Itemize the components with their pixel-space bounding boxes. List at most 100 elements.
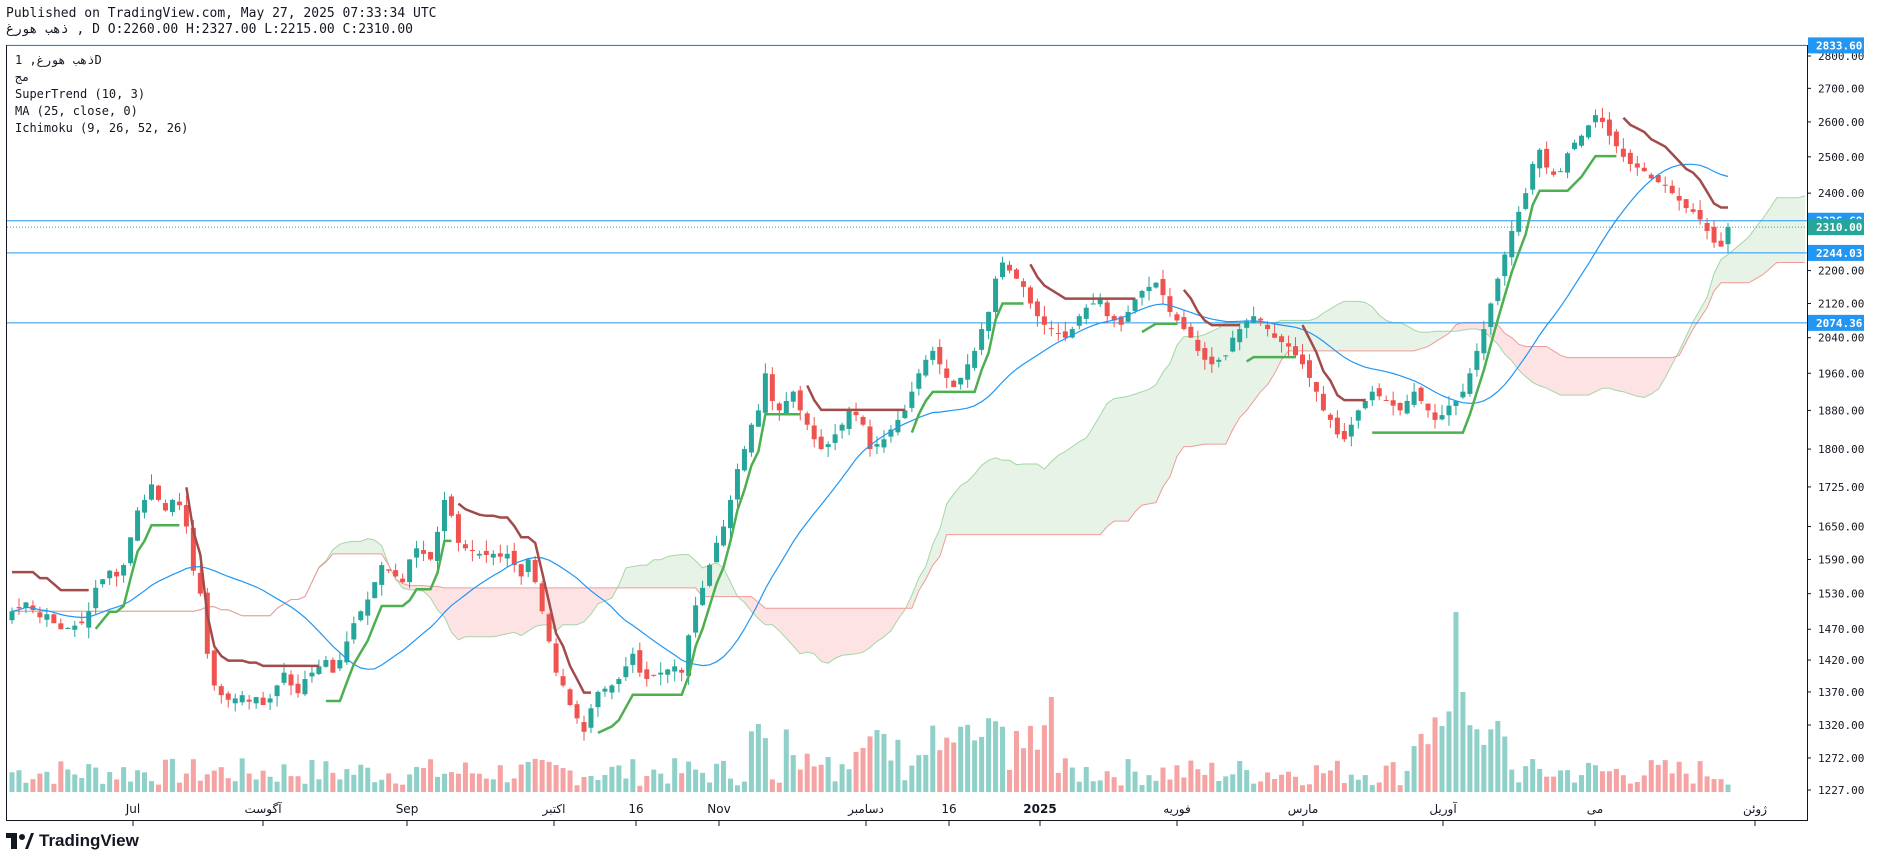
volume-bar — [1523, 766, 1529, 792]
cloud-segment — [1581, 357, 1589, 396]
candle-body — [1690, 209, 1696, 212]
candle-body — [455, 514, 461, 543]
volume-bar — [37, 773, 43, 792]
candle-body — [1355, 410, 1361, 421]
cloud-segment — [562, 587, 571, 625]
volume-bar — [665, 783, 671, 792]
volume-bar — [86, 764, 92, 792]
x-tick-label: Jul — [125, 802, 140, 816]
volume-bar — [686, 761, 692, 792]
y-tick-label: 2500.00 — [1818, 151, 1864, 164]
volume-bar — [1432, 717, 1438, 792]
candle-body — [407, 559, 413, 583]
volume-bar — [1320, 773, 1326, 792]
volume-bar — [825, 757, 831, 792]
volume-bar — [1669, 773, 1675, 792]
candle-body — [218, 686, 224, 696]
volume-bar — [1313, 765, 1319, 792]
tradingview-logo-icon — [6, 833, 34, 849]
volume-bar — [1362, 775, 1368, 792]
cloud-segment — [876, 608, 885, 642]
volume-bar — [693, 769, 699, 792]
cloud-segment — [1190, 336, 1199, 447]
candle-body — [651, 674, 657, 676]
candle-body — [1488, 303, 1494, 327]
volume-bar — [344, 769, 350, 792]
volume-bar — [211, 770, 217, 792]
candle-body — [1711, 226, 1717, 243]
cloud-segment — [1420, 332, 1429, 350]
candle-body — [553, 643, 559, 673]
cloud-segment — [1358, 301, 1366, 352]
cloud-segment — [1065, 446, 1073, 535]
volume-bar — [1153, 780, 1159, 792]
volume-bar — [1160, 767, 1166, 792]
volume-bar — [1097, 780, 1103, 792]
cloud-segment — [1330, 304, 1338, 352]
candle-body — [260, 697, 266, 706]
x-tick-label: آوریل — [1429, 801, 1457, 817]
candle-body — [644, 669, 650, 680]
candle-body — [497, 553, 503, 557]
candle-body — [825, 444, 831, 448]
candle-body — [128, 537, 134, 564]
tradingview-brand[interactable]: TradingView — [6, 831, 139, 851]
legend-supertrend[interactable]: SuperTrend (10, 3) — [15, 86, 145, 103]
candle-body — [721, 526, 727, 546]
cloud-segment — [974, 464, 982, 535]
cloud-segment — [1113, 397, 1122, 522]
volume-bar — [902, 780, 908, 792]
legend-exchange: مج — [15, 70, 30, 84]
cloud-segment — [1385, 320, 1394, 352]
cloud-segment — [653, 559, 661, 589]
candle-body — [9, 611, 15, 621]
volume-bar — [1620, 775, 1626, 792]
candle-body — [441, 499, 447, 532]
candle-body — [658, 672, 664, 675]
candle-body — [365, 599, 371, 616]
volume-bar — [776, 782, 782, 792]
volume-bar — [1223, 776, 1229, 792]
cloud-segment — [513, 587, 522, 637]
candle-body — [1076, 316, 1082, 326]
volume-bar — [790, 755, 796, 792]
cloud-segment — [1016, 463, 1024, 535]
candle-body — [490, 553, 496, 558]
volume-bar — [1655, 764, 1661, 792]
candle-body — [400, 578, 406, 583]
volume-bar — [1683, 773, 1689, 792]
volume-bar — [469, 773, 475, 792]
candle-body — [1620, 148, 1626, 157]
volume-bar — [1376, 782, 1382, 792]
candle-body — [958, 377, 964, 385]
volume-bar — [16, 770, 22, 792]
legend-ichimoku[interactable]: Ichimoku (9, 26, 52, 26) — [15, 120, 188, 137]
volume-bar — [1662, 760, 1668, 792]
volume-bar — [986, 718, 992, 792]
volume-bar — [246, 773, 252, 792]
volume-bar — [1020, 748, 1026, 792]
volume-bar — [1286, 771, 1292, 792]
candle-body — [755, 410, 761, 427]
cloud-segment — [1051, 454, 1059, 535]
volume-bar — [1697, 761, 1703, 792]
candle-body — [1697, 210, 1703, 220]
price-label-text: 2833.60 — [1816, 39, 1862, 52]
volume-bar — [1627, 783, 1633, 792]
candle-body — [281, 672, 287, 683]
legend-ma[interactable]: MA (25, close, 0) — [15, 103, 138, 120]
volume-bar — [874, 730, 880, 792]
candle-body — [309, 672, 315, 677]
volume-bar — [930, 725, 936, 792]
cloud-segment — [960, 480, 968, 535]
candle-body — [142, 499, 148, 513]
y-tick-label: 2700.00 — [1818, 82, 1864, 95]
cloud-segment — [1337, 301, 1345, 352]
candle-body — [588, 708, 594, 728]
candle-body — [1320, 393, 1326, 411]
volume-bar — [1453, 612, 1459, 792]
candle-body — [86, 611, 92, 628]
candle-body — [1153, 282, 1159, 288]
volume-bar — [1167, 779, 1173, 792]
cloud-segment — [1539, 346, 1547, 389]
